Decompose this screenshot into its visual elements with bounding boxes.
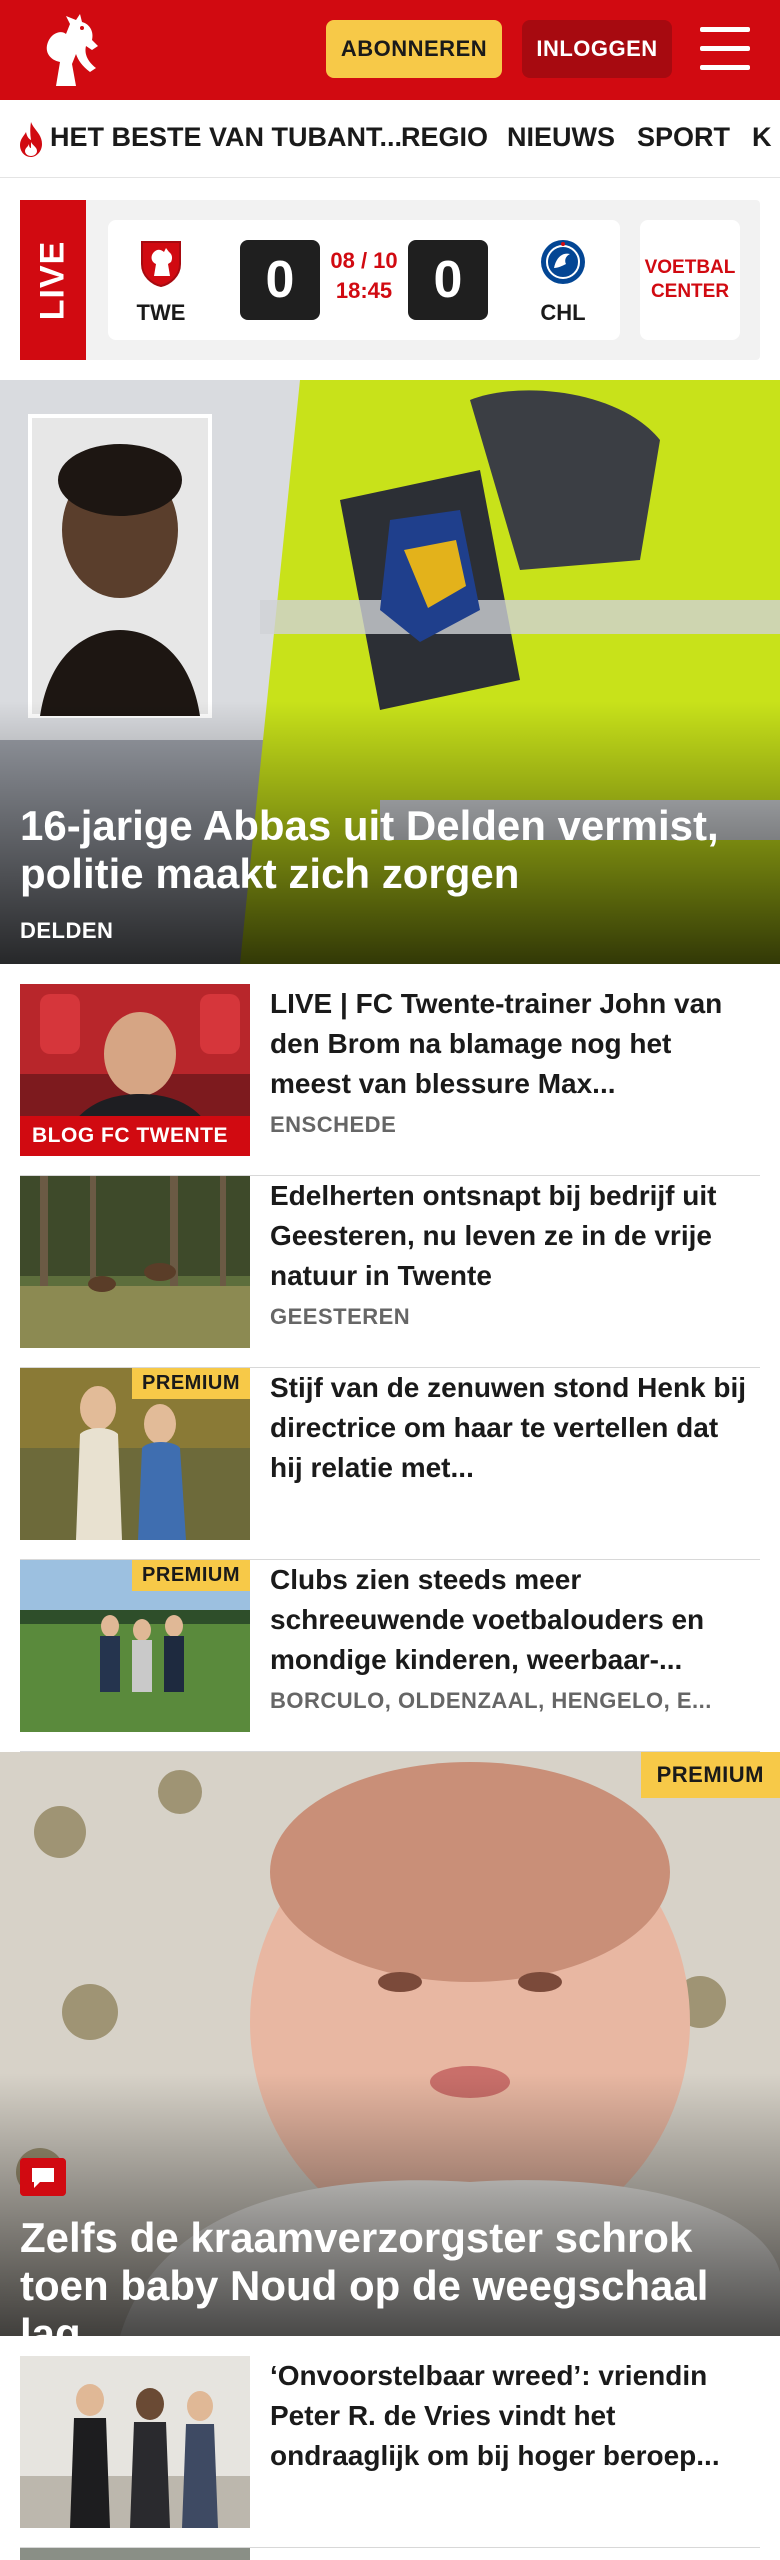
article-title[interactable]: ‘Onvoorstelbaar wreed’: vriendin Peter R… — [270, 2356, 750, 2476]
article-location: BORCULO, OLDENZAAL, HENGELO, E... — [270, 1688, 712, 1713]
top-header: ABONNEREN INLOGGEN — [0, 0, 780, 100]
article-thumbnail: PREMIUM — [20, 1560, 250, 1732]
featured-article[interactable]: PREMIUM Zelfs de kraamverzorgster schrok… — [0, 1752, 780, 2336]
premium-badge: PREMIUM — [132, 1560, 250, 1591]
featured-title[interactable]: Zelfs de kraamverzorgster schrok toen ba… — [20, 2214, 770, 2336]
match-time: 18:45 — [335, 278, 393, 303]
premium-badge: PREMIUM — [640, 1752, 780, 1798]
voetbal-center-button[interactable]: VOETBAL CENTER — [640, 220, 740, 340]
list-item[interactable]: Edelherten ontsnapt bij bedrijf uit Gees… — [20, 1176, 760, 1368]
away-score: 0 — [408, 240, 488, 320]
blog-badge: BLOG FC TWENTE — [20, 1116, 250, 1156]
article-thumbnail: BLOG FC TWENTE — [20, 984, 250, 1156]
list-item[interactable]: PREMIUM Clubs zien steeds meer schreeuwe… — [20, 1560, 760, 1752]
nav-item-regio[interactable]: REGIO — [401, 122, 488, 153]
away-team-code: CHL — [540, 300, 586, 325]
article-thumbnail — [20, 2356, 250, 2528]
home-team-code: TWE — [136, 300, 186, 325]
subscribe-button[interactable]: ABONNEREN — [326, 20, 502, 78]
article-thumbnail: PREMIUM — [20, 1368, 250, 1540]
match-date: 08 / 10 — [330, 248, 398, 273]
tubantia-horse-logo[interactable] — [36, 10, 106, 90]
nav-item-best-of[interactable]: HET BESTE VAN TUBANT... — [50, 122, 402, 153]
article-title[interactable]: Clubs zien steeds meer schreeuwende voet… — [270, 1560, 750, 1680]
login-button[interactable]: INLOGGEN — [522, 20, 672, 78]
hero-title[interactable]: 16-jarige Abbas uit Delden vermist, poli… — [20, 802, 760, 898]
chelsea-crest-icon — [541, 240, 585, 284]
nav-item-nieuws[interactable]: NIEUWS — [507, 122, 615, 153]
article-location: ENSCHEDE — [270, 1112, 397, 1137]
article-thumbnail — [20, 2548, 250, 2560]
live-score-widget: LIVE TWE 0 08 / 10 18:45 0 CHL VOETBAL C… — [20, 200, 760, 360]
list-item[interactable]: ‘Onvoorstelbaar wreed’: vriendin Peter R… — [20, 2356, 760, 2548]
list-item[interactable]: BLOG FC TWENTE LIVE | FC Twente-trainer … — [20, 984, 760, 1176]
hero-location: DELDEN — [20, 918, 114, 943]
fc-twente-crest-icon — [141, 241, 181, 288]
hero-article[interactable]: 16-jarige Abbas uit Delden vermist, poli… — [0, 380, 780, 964]
article-location: GEESTEREN — [270, 1304, 411, 1329]
flame-icon — [20, 122, 42, 157]
premium-badge: PREMIUM — [132, 1368, 250, 1399]
match-score-card[interactable]: TWE 0 08 / 10 18:45 0 CHL — [108, 220, 620, 340]
nav-item-sport[interactable]: SPORT — [637, 122, 730, 153]
comment-icon[interactable] — [20, 2158, 66, 2196]
article-title[interactable]: Stijf van de zenuwen stond Henk bij dire… — [270, 1368, 750, 1488]
away-team: CHL — [528, 238, 598, 326]
nav-item-next[interactable]: K — [752, 122, 772, 153]
section-nav: HET BESTE VAN TUBANT... REGIO NIEUWS SPO… — [0, 100, 780, 178]
home-score: 0 — [240, 240, 320, 320]
article-title[interactable]: Edelherten ontsnapt bij bedrijf uit Gees… — [270, 1176, 750, 1296]
list-item[interactable]: PREMIUM Stijf van de zenuwen stond Henk … — [20, 1368, 760, 1560]
menu-icon[interactable] — [700, 27, 750, 71]
home-team: TWE — [126, 238, 196, 326]
match-datetime: 08 / 10 18:45 — [324, 246, 404, 306]
live-tag: LIVE — [20, 200, 86, 360]
article-title[interactable]: LIVE | FC Twente-trainer John van den Br… — [270, 984, 750, 1104]
list-item-partial — [20, 2548, 760, 2560]
article-thumbnail — [20, 1176, 250, 1348]
